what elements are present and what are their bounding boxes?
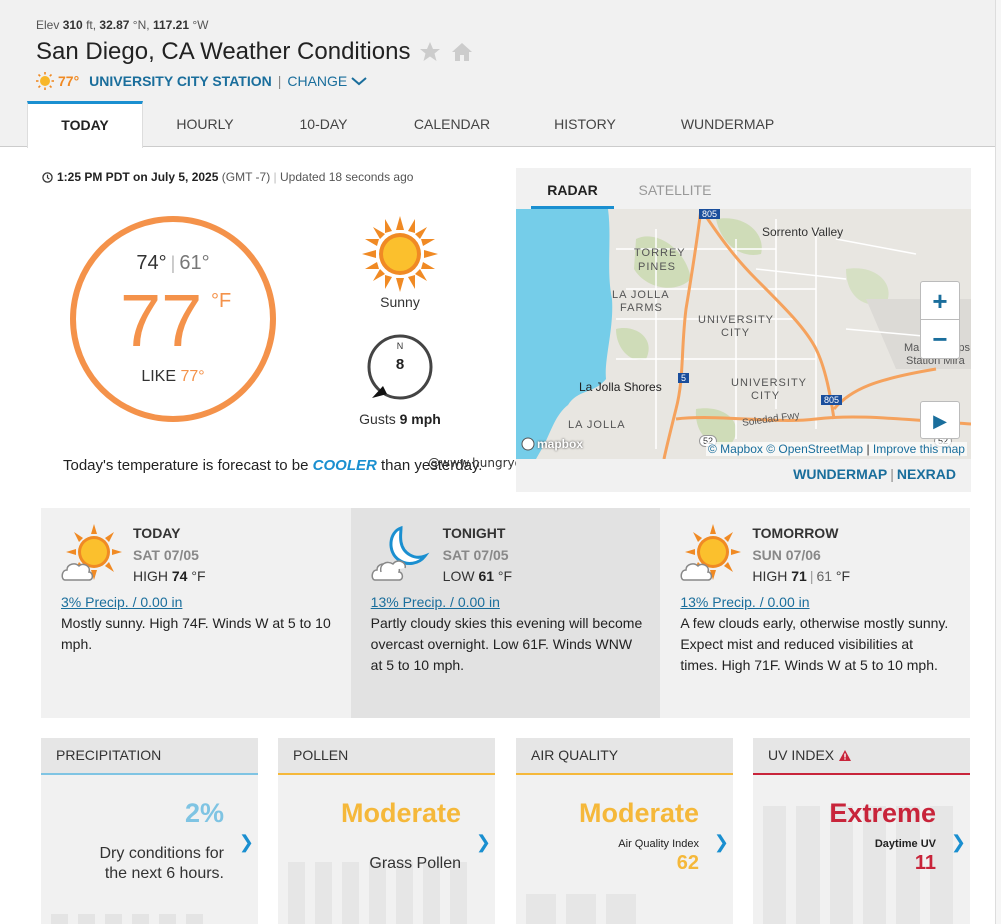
radar-panel: RADAR SATELLITE Sorrento Valley TORREY P… xyxy=(516,168,971,492)
home-icon[interactable] xyxy=(450,40,474,64)
conditions-cards: PRECIPITATION 2% Dry conditions for the … xyxy=(41,738,970,924)
forecast-date: SAT 07/05 xyxy=(442,547,509,563)
mapbox-logo: mapbox xyxy=(521,437,583,451)
chevron-right-icon[interactable]: ❯ xyxy=(239,832,254,853)
chevron-right-icon[interactable]: ❯ xyxy=(714,832,729,853)
precip-link[interactable]: 3% Precip. / 0.00 in xyxy=(61,594,182,610)
tab-10-day[interactable]: 10-DAY xyxy=(267,101,380,147)
wind-direction: N xyxy=(396,341,404,351)
forecast-date: SUN 07/06 xyxy=(752,547,821,563)
tab-satellite[interactable]: SATELLITE xyxy=(638,168,712,209)
pollen-level: Moderate xyxy=(340,798,461,828)
precipitation-card[interactable]: PRECIPITATION 2% Dry conditions for the … xyxy=(41,738,258,924)
location-coordinates: Elev 310 ft, 32.87 °N, 117.21 °W xyxy=(36,18,209,32)
precip-chance: 2% xyxy=(184,798,224,828)
page-title: San Diego, CA Weather Conditions xyxy=(36,38,411,65)
air-quality-level: Moderate xyxy=(578,798,699,828)
tab-wundermap[interactable]: WUNDERMAP xyxy=(646,101,809,147)
temperature-unit: °F xyxy=(211,290,232,312)
precip-link[interactable]: 13% Precip. / 0.00 in xyxy=(371,594,500,610)
forecast-description: A few clouds early, otherwise mostly sun… xyxy=(680,615,949,673)
aqi-value: 62 xyxy=(676,852,699,874)
forecast-temp: HIGH 71 | 61 °F xyxy=(752,568,851,584)
partly-sunny-icon xyxy=(680,524,742,581)
uv-level: Extreme xyxy=(829,798,936,828)
tab-calendar[interactable]: CALENDAR xyxy=(380,101,524,147)
current-temperature: 77 xyxy=(120,279,203,362)
forecast-period: TOMORROW xyxy=(752,525,839,541)
mapbox-icon xyxy=(521,437,535,451)
temperature-gauge: 74° | 61° 77 °F LIKE 77° xyxy=(70,216,276,422)
forecast-period: TONIGHT xyxy=(442,525,506,541)
uv-value: 11 xyxy=(914,852,936,874)
observation-timestamp: 1:25 PM PDT on July 5, 2025 (GMT -7) | U… xyxy=(42,170,413,184)
zoom-out-button[interactable]: − xyxy=(921,320,959,358)
wind-gusts: Gusts 9 mph xyxy=(359,411,441,427)
forecast-today-card: TODAY SAT 07/05 HIGH 74 °F 3% Precip. / … xyxy=(41,508,351,718)
hi-lo-temps: 74° | 61° xyxy=(136,252,210,274)
station-selector: 77° UNIVERSITY CITY STATION | CHANGE xyxy=(36,72,367,90)
card-title: UV INDEX xyxy=(753,738,970,775)
forecast-tonight-card: TONIGHT SAT 07/05 LOW 61 °F 13% Precip. … xyxy=(350,508,661,718)
station-temperature: 77° xyxy=(58,73,80,89)
forecast-period: TODAY xyxy=(133,525,181,541)
map-attribution: © Mapbox © OpenStreetMap | Improve this … xyxy=(706,442,967,456)
chevron-right-icon[interactable]: ❯ xyxy=(476,832,491,853)
uv-index-card[interactable]: UV INDEX Extreme Daytime UV 11 ❯ xyxy=(753,738,970,924)
wind-compass: N 8 xyxy=(367,334,433,400)
tab-radar[interactable]: RADAR xyxy=(531,168,614,209)
zoom-in-button[interactable]: + xyxy=(921,282,959,320)
radar-map[interactable]: Sorrento Valley TORREY PINES LA JOLLA FA… xyxy=(516,209,971,459)
air-quality-card[interactable]: AIR QUALITY Moderate Air Quality Index 6… xyxy=(516,738,733,924)
forecast-summary: TODAY SAT 07/05 HIGH 74 °F 3% Precip. / … xyxy=(41,508,971,718)
station-name-link[interactable]: UNIVERSITY CITY STATION xyxy=(89,73,272,89)
temperature-comparison: Today's temperature is forecast to be CO… xyxy=(63,457,483,474)
change-station-button[interactable]: CHANGE xyxy=(287,73,347,89)
precip-link[interactable]: 13% Precip. / 0.00 in xyxy=(680,594,809,610)
condition-label: Sunny xyxy=(380,294,420,310)
pollen-type: Grass Pollen xyxy=(369,855,461,872)
forecast-tomorrow-card: TOMORROW SUN 07/06 HIGH 71 | 61 °F 13% Pre… xyxy=(660,508,971,718)
play-animation-button[interactable]: ▶ xyxy=(920,401,960,439)
partly-sunny-icon xyxy=(61,524,122,581)
forecast-tabs: TODAY HOURLY 10-DAY CALENDAR HISTORY WUN… xyxy=(27,101,809,148)
tab-hourly[interactable]: HOURLY xyxy=(143,101,267,147)
right-edge-scroll xyxy=(995,0,1001,924)
star-icon[interactable] xyxy=(418,40,442,64)
zoom-controls: + − xyxy=(920,281,960,359)
chevron-right-icon[interactable]: ❯ xyxy=(951,832,966,853)
wind-speed: 8 xyxy=(395,356,405,373)
osm-credit-link[interactable]: © OpenStreetMap xyxy=(766,442,863,456)
forecast-date: SAT 07/05 xyxy=(133,547,199,563)
card-title: PRECIPITATION xyxy=(41,738,258,775)
tab-history[interactable]: HISTORY xyxy=(524,101,646,147)
card-title: AIR QUALITY xyxy=(516,738,733,775)
forecast-description: Mostly sunny. High 74F. Winds W at 5 to … xyxy=(61,615,331,652)
radar-links: WUNDERMAP | NEXRAD xyxy=(793,466,956,482)
pollen-card[interactable]: POLLEN Moderate Grass Pollen ❯ xyxy=(278,738,495,924)
improve-map-link[interactable]: Improve this map xyxy=(873,442,965,456)
chevron-down-icon[interactable] xyxy=(351,75,367,87)
warning-icon xyxy=(839,750,852,761)
partly-cloudy-night-icon xyxy=(371,525,430,581)
sun-icon xyxy=(36,72,54,90)
forecast-temp: HIGH 74 °F xyxy=(133,568,206,584)
sunny-icon xyxy=(362,216,438,292)
clock-icon xyxy=(42,171,53,183)
page-header: Elev 310 ft, 32.87 °N, 117.21 °W San Die… xyxy=(0,0,1001,148)
tab-today[interactable]: TODAY xyxy=(27,101,143,148)
feels-like: LIKE 77° xyxy=(141,368,205,385)
card-title: POLLEN xyxy=(278,738,495,775)
nexrad-link[interactable]: NEXRAD xyxy=(897,466,956,482)
forecast-temp: LOW 61 °F xyxy=(442,568,513,584)
forecast-description: Partly cloudy skies this evening will be… xyxy=(370,615,643,673)
mapbox-credit-link[interactable]: © Mapbox xyxy=(708,442,763,456)
wundermap-link[interactable]: WUNDERMAP xyxy=(793,466,887,482)
